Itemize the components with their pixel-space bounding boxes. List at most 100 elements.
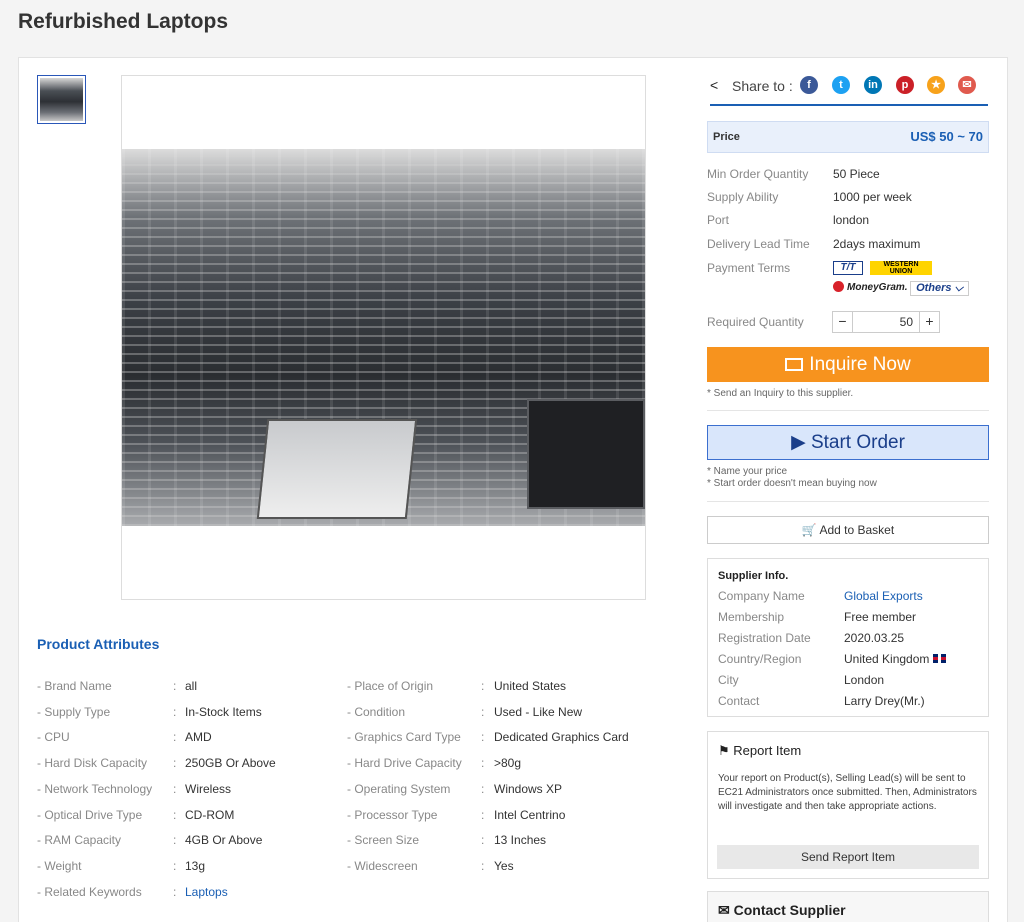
attr-value: United States: [494, 679, 567, 693]
linkedin-icon[interactable]: in: [864, 76, 882, 94]
attr-separator: :: [173, 679, 177, 693]
price-box: Price US$ 50 ~ 70: [707, 121, 989, 153]
attr-separator: :: [173, 756, 177, 771]
attr-separator: :: [173, 730, 177, 745]
attr-separator: :: [481, 679, 485, 693]
flag-icon: ⚑: [718, 743, 730, 758]
share-icon: <: [710, 77, 719, 93]
attr-separator: :: [173, 884, 177, 899]
twitter-icon[interactable]: t: [832, 76, 850, 94]
report-item-text: Your report on Product(s), Selling Lead(…: [718, 773, 977, 812]
required-quantity-label: Required Quantity: [707, 315, 804, 329]
attr-label: - Hard Disk Capacity: [37, 756, 148, 771]
email-icon[interactable]: ✉: [958, 76, 976, 94]
main-product-image[interactable]: [121, 75, 646, 600]
company-name-link[interactable]: Global Exports: [844, 589, 923, 603]
attr-label: - Place of Origin: [347, 679, 434, 693]
price-label: Price: [713, 131, 740, 143]
attr-separator: :: [481, 756, 485, 771]
attr-value: AMD: [185, 730, 212, 745]
attr-value: Dedicated Graphics Card: [494, 730, 629, 745]
attr-label: - Widescreen: [347, 858, 418, 873]
attr-label: - Supply Type: [37, 704, 111, 719]
contact-supplier-box[interactable]: ✉ Contact Supplier: [707, 891, 989, 922]
attr-value: Windows XP: [494, 781, 563, 796]
attr-label: - Operating System: [347, 781, 451, 796]
supplier-info-title: Supplier Info.: [718, 570, 789, 582]
attr-label: - Weight: [37, 858, 82, 873]
attr-label: - Condition: [347, 704, 406, 719]
pinterest-icon[interactable]: p: [896, 76, 914, 94]
divider: [707, 410, 989, 411]
attr-value: all: [185, 679, 198, 693]
quantity-minus-button[interactable]: −: [833, 312, 853, 332]
attr-value: Intel Centrino: [494, 807, 566, 822]
product-thumbnail[interactable]: [37, 75, 86, 124]
attr-label: - Screen Size: [347, 833, 420, 848]
start-order-note-1: * Name your price: [707, 466, 788, 477]
attr-separator: :: [481, 781, 485, 796]
others-payment-dropdown[interactable]: Others ⌵: [910, 281, 969, 296]
attr-label: - CPU: [37, 730, 70, 745]
share-label: Share to :: [732, 78, 793, 94]
attr-label: - Network Technology: [37, 781, 153, 796]
attr-separator: :: [481, 730, 485, 745]
attr-label: - Graphics Card Type: [347, 730, 461, 745]
tt-payment-badge: T/T: [833, 261, 863, 275]
attr-label: - Processor Type: [347, 807, 438, 822]
attr-label: - Hard Drive Capacity: [347, 756, 462, 771]
moneygram-icon: [833, 281, 844, 292]
share-bar: < Share to : f t in p ★ ✉: [710, 74, 988, 106]
facebook-icon[interactable]: f: [800, 76, 818, 94]
price-value: US$ 50 ~ 70: [910, 129, 983, 144]
quantity-plus-button[interactable]: +: [919, 312, 939, 332]
envelope-icon: [785, 358, 804, 371]
attr-separator: :: [173, 807, 177, 822]
attr-value: In-Stock Items: [185, 704, 262, 719]
uk-flag-icon: [933, 654, 947, 663]
add-to-basket-button[interactable]: 🛒 Add to Basket: [707, 516, 989, 544]
attr-separator: :: [173, 833, 177, 848]
related-keyword-link[interactable]: Laptops: [185, 885, 228, 899]
quantity-input[interactable]: 50: [853, 312, 919, 332]
inquire-note: * Send an Inquiry to this supplier.: [707, 388, 854, 399]
attr-value: Wireless: [185, 781, 232, 796]
attr-separator: :: [173, 858, 177, 873]
page-title: Refurbished Laptops: [18, 10, 229, 33]
attr-separator: :: [481, 858, 485, 873]
attr-value: Yes: [494, 858, 514, 873]
attr-label: - Related Keywords: [37, 884, 142, 899]
attr-value: 4GB Or Above: [185, 833, 263, 848]
report-item-box: ⚑ Report Item Your report on Product(s),…: [707, 731, 989, 879]
laptop-stack-front: [527, 399, 645, 509]
attr-value: 13g: [185, 858, 206, 873]
attr-label: - RAM Capacity: [37, 833, 122, 848]
contact-supplier-title: ✉ Contact Supplier: [718, 902, 846, 918]
supplier-info-box: Supplier Info. Company Name Global Export…: [707, 558, 989, 717]
thumbnail-image: [40, 78, 83, 121]
report-item-title: ⚑ Report Item: [718, 743, 802, 758]
laptops-photo: [122, 149, 645, 526]
attr-value: 13 Inches: [494, 833, 547, 848]
attr-value: Used - Like New: [494, 704, 583, 719]
favorite-icon[interactable]: ★: [927, 76, 945, 94]
attr-separator: :: [481, 704, 485, 719]
western-union-badge: WESTERN UNION: [870, 261, 932, 275]
attr-separator: :: [481, 833, 485, 848]
envelope-icon: ✉: [718, 902, 730, 918]
attr-separator: :: [173, 704, 177, 719]
start-order-note-2: * Start order doesn't mean buying now: [707, 478, 877, 489]
start-order-button[interactable]: ▶ Start Order: [707, 425, 989, 460]
moneygram-badge: MoneyGram.: [833, 281, 908, 293]
attr-separator: :: [481, 807, 485, 822]
attr-label: - Brand Name: [37, 679, 112, 693]
send-report-button[interactable]: Send Report Item: [717, 845, 979, 869]
attr-value: >80g: [494, 756, 522, 771]
open-laptop: [256, 419, 418, 519]
quantity-stepper: − 50 +: [832, 311, 940, 333]
attr-separator: :: [173, 781, 177, 796]
attr-value: 250GB Or Above: [185, 756, 276, 771]
divider: [707, 501, 989, 502]
attr-value: CD-ROM: [185, 807, 235, 822]
inquire-now-button[interactable]: Inquire Now: [707, 347, 989, 382]
